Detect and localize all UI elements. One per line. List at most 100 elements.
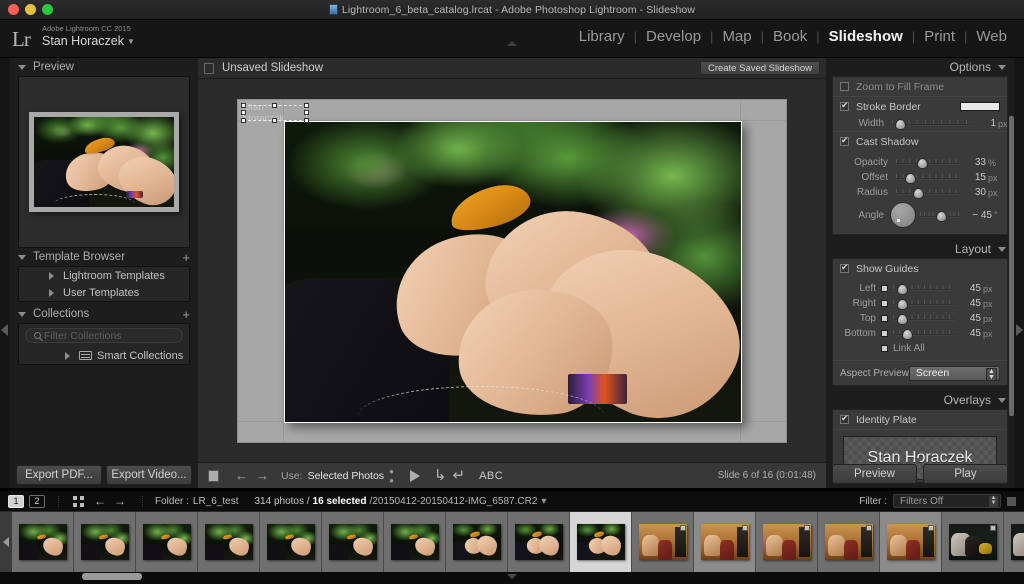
grid-view-icon[interactable] <box>73 495 84 507</box>
filmstrip-resize-handle[interactable] <box>507 574 517 579</box>
filmstrip-thumbnail[interactable] <box>942 512 1004 572</box>
list-item[interactable]: User Templates <box>19 284 189 301</box>
maximize-button[interactable] <box>42 4 53 15</box>
play-slideshow-button[interactable] <box>409 469 420 482</box>
filmstrip-thumbnail[interactable] <box>1004 512 1024 572</box>
filmstrip-thumbnail[interactable] <box>756 512 818 572</box>
window-controls[interactable] <box>8 4 53 15</box>
options-panel-header[interactable]: Options <box>826 58 1014 76</box>
angle-dial[interactable] <box>890 202 916 228</box>
opacity-slider[interactable] <box>896 157 962 169</box>
zoom-to-fill-frame-row[interactable]: Zoom to Fill Frame <box>833 77 1007 96</box>
module-picker[interactable]: Library | Develop | Map | Book | Slidesh… <box>570 28 1016 45</box>
margin-left-slider[interactable] <box>893 283 955 295</box>
template-browser-header[interactable]: Template Browser + <box>10 248 198 266</box>
filmstrip-thumbnail[interactable] <box>632 512 694 572</box>
aspect-preview-dropdown[interactable]: Screen ▲ ▼ <box>908 365 1000 381</box>
filmstrip-thumbnail[interactable] <box>322 512 384 572</box>
text-overlay-button[interactable]: ABC <box>479 470 503 482</box>
filmstrip-prev-button[interactable] <box>0 512 12 572</box>
offset-slider-row[interactable]: Offset 15 px <box>833 170 1007 185</box>
identity-plate-row[interactable]: Identity Plate <box>833 410 1007 429</box>
export-pdf-button[interactable]: Export PDF... <box>16 465 102 485</box>
left-panel-gutter[interactable] <box>0 58 10 488</box>
margin-right-slider[interactable] <box>893 298 955 310</box>
collapse-left-panel-icon[interactable] <box>1 324 8 336</box>
list-item[interactable]: Lightroom Templates <box>19 267 189 284</box>
export-video-button[interactable]: Export Video... <box>106 465 192 485</box>
margin-bottom-lock-icon[interactable] <box>881 330 888 337</box>
slide-canvas[interactable]: Stan Horaczek <box>238 99 786 442</box>
module-library[interactable]: Library <box>570 28 634 45</box>
screen-2-button[interactable]: 2 <box>29 494 45 508</box>
use-value[interactable]: Selected Photos <box>308 470 384 482</box>
triangle-right-icon[interactable] <box>49 271 54 280</box>
chevron-updown-icon[interactable]: ▲ ▼ <box>986 367 997 381</box>
go-back-icon[interactable]: ← <box>94 494 106 508</box>
add-template-icon[interactable]: + <box>182 251 190 264</box>
filmstrip-thumbnail[interactable] <box>136 512 198 572</box>
minimize-button[interactable] <box>25 4 36 15</box>
identity-plate-overlay[interactable]: Stan Horaczek <box>241 102 309 124</box>
triangle-down-icon[interactable] <box>18 64 26 70</box>
play-button[interactable]: Play <box>923 464 1008 484</box>
top-panel-toggle-arrow[interactable] <box>507 41 517 46</box>
right-panel-gutter[interactable] <box>1014 58 1024 488</box>
rotate-left-icon[interactable]: ↵ <box>452 468 465 483</box>
resize-handle-bc[interactable] <box>272 117 277 123</box>
preview-panel-header[interactable]: Preview <box>10 58 198 76</box>
slide-photo[interactable] <box>284 120 742 423</box>
filmstrip-thumbnail[interactable] <box>508 512 570 572</box>
slide-stage[interactable]: Stan Horaczek <box>198 79 826 462</box>
margin-bottom-row[interactable]: Bottom 45 px <box>833 326 1007 341</box>
triangle-down-icon[interactable] <box>18 254 26 260</box>
filter-dropdown[interactable]: Filters Off ▲ ▼ <box>893 494 1001 508</box>
zoom-to-fill-frame-checkbox[interactable] <box>840 82 849 91</box>
module-slideshow[interactable]: Slideshow <box>820 28 912 45</box>
link-all-row[interactable]: Link All <box>833 341 1007 356</box>
chevron-updown-icon[interactable]: ▲ ▼ <box>989 495 998 507</box>
show-guides-row[interactable]: Show Guides <box>833 259 1007 278</box>
filmstrip-thumbnail[interactable] <box>818 512 880 572</box>
screen-1-button[interactable]: 1 <box>8 494 24 508</box>
filter-lock-icon[interactable] <box>1007 496 1016 506</box>
stroke-border-checkbox[interactable] <box>840 100 849 111</box>
module-map[interactable]: Map <box>713 28 760 45</box>
triangle-right-icon[interactable] <box>49 288 54 297</box>
filmstrip-thumbnail[interactable] <box>446 512 508 572</box>
triangle-right-icon[interactable] <box>65 351 70 360</box>
show-guides-checkbox[interactable] <box>840 262 849 273</box>
aspect-preview-row[interactable]: Aspect Preview Screen ▲ ▼ <box>833 361 1007 385</box>
module-print[interactable]: Print <box>915 28 964 45</box>
right-panel-scrollbar[interactable] <box>1009 116 1014 416</box>
triangle-down-icon[interactable] <box>18 311 26 317</box>
triangle-down-icon[interactable] <box>998 397 1006 403</box>
next-slide-icon[interactable]: → <box>256 468 269 483</box>
resize-handle-bl[interactable] <box>241 117 246 123</box>
right-panel-resize-handle[interactable] <box>914 458 924 462</box>
source-dropdown-icon[interactable]: ▾ <box>541 496 546 507</box>
margin-right-row[interactable]: Right 45 px <box>833 296 1007 311</box>
module-book[interactable]: Book <box>764 28 816 45</box>
filmstrip-thumbnail[interactable] <box>694 512 756 572</box>
width-slider[interactable] <box>892 118 974 130</box>
width-slider-row[interactable]: Width 1 px <box>833 116 1008 131</box>
margin-left-lock-icon[interactable] <box>881 285 888 292</box>
module-web[interactable]: Web <box>967 28 1016 45</box>
stop-button[interactable] <box>208 469 219 482</box>
module-develop[interactable]: Develop <box>637 28 710 45</box>
resize-handle-tc[interactable] <box>272 102 277 108</box>
add-collection-icon[interactable]: + <box>182 308 190 321</box>
margin-top-slider[interactable] <box>893 313 955 325</box>
filmstrip-scroll-area[interactable] <box>0 572 1024 584</box>
resize-handle-ml[interactable] <box>241 109 246 115</box>
filmstrip-thumbnail[interactable] <box>12 512 74 572</box>
stroke-border-color-swatch[interactable] <box>960 102 1000 111</box>
resize-handle-tl[interactable] <box>241 102 246 108</box>
create-saved-slideshow-button[interactable]: Create Saved Slideshow <box>699 61 820 75</box>
close-button[interactable] <box>8 4 19 15</box>
go-forward-icon[interactable]: → <box>114 494 126 508</box>
cast-shadow-checkbox[interactable] <box>840 135 849 146</box>
resize-handle-mr[interactable] <box>304 109 309 115</box>
margin-top-row[interactable]: Top 45 px <box>833 311 1007 326</box>
